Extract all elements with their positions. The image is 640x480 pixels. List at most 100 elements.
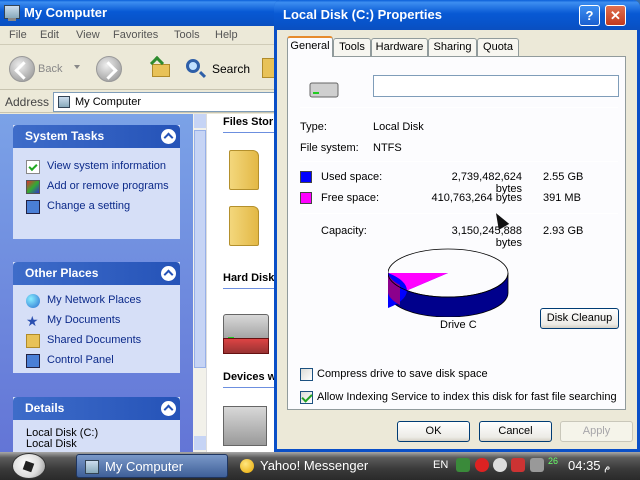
forward-arrow-icon[interactable] [96,56,122,82]
address-field[interactable]: My Computer [53,92,285,112]
search-button-label: Search [212,62,251,76]
tab-hardware[interactable]: Hardware [371,38,428,56]
used-space-size: 2.55 GB [543,171,584,183]
properties-titlebar[interactable]: Local Disk (C:) Properties ? ✕ [274,0,640,30]
taskbar: My Computer Yahoo! Messenger EN 26 04:35… [0,452,640,480]
system-tasks-header[interactable]: System Tasks [13,125,180,148]
search-icon [186,59,200,73]
user-documents-folder-icon[interactable] [229,206,259,246]
scroll-down-icon[interactable] [194,436,206,450]
tab-sharing[interactable]: Sharing [428,38,477,56]
properties-dialog: Local Disk (C:) Properties ? ✕ General T… [274,0,640,452]
other-places-panel: Other Places My Network Places ★ My Docu… [13,262,180,373]
menu-favorites[interactable]: Favorites [113,29,158,41]
scroll-up-icon[interactable] [194,114,206,128]
search-button[interactable]: Search [186,58,256,80]
general-tab-page: Type: Local Disk File system: NTFS Used … [287,56,626,410]
my-computer-title: My Computer [24,5,108,20]
tray-badge: 26 [548,456,559,466]
menu-tools[interactable]: Tools [174,29,200,41]
details-type: Local Disk [26,438,77,450]
back-arrow-icon[interactable] [9,56,35,82]
scroll-thumb[interactable] [194,130,206,368]
computer-icon [4,5,20,21]
menu-edit[interactable]: Edit [40,29,59,41]
indexing-checkbox[interactable] [300,391,313,404]
network-globe-icon [26,294,40,308]
up-folder-icon[interactable] [149,55,172,78]
vertical-scrollbar[interactable] [193,114,207,452]
system-tasks-panel: System Tasks View system information Add… [13,125,180,239]
drive-label-input[interactable] [373,75,619,97]
type-value: Local Disk [373,121,424,133]
taskbar-my-computer[interactable]: My Computer [76,454,228,478]
separator [300,161,618,162]
task-change-setting[interactable]: Change a setting [13,197,180,217]
shield-tray-icon[interactable] [511,458,525,472]
place-my-documents[interactable]: ★ My Documents [13,311,180,331]
task-view-system-info[interactable]: View system information [13,157,180,177]
cancel-button[interactable]: Cancel [479,421,552,442]
my-documents-icon: ★ [26,313,39,329]
menu-help[interactable]: Help [215,29,238,41]
tab-quota[interactable]: Quota [477,38,519,56]
info-icon [26,160,40,174]
type-label: Type: [300,121,327,133]
standard-toolbar: Back Search [0,46,290,90]
drive-caption: Drive C [440,319,477,331]
section-files-stored: Files Stor [223,116,274,128]
collapse-chevron-icon[interactable] [161,129,176,144]
place-shared-documents[interactable]: Shared Documents [13,331,180,351]
computer-icon [85,460,99,474]
capacity-label: Capacity: [321,225,367,237]
my-computer-titlebar[interactable]: My Computer [0,0,290,26]
apply-button[interactable]: Apply [560,421,633,442]
back-dropdown-icon[interactable] [74,65,80,69]
collapse-chevron-icon[interactable] [161,401,176,416]
control-panel-icon [26,354,40,368]
collapse-chevron-icon[interactable] [161,266,176,281]
used-space-swatch [300,171,312,183]
disk-cleanup-button[interactable]: Disk Cleanup [540,308,619,329]
place-my-network-places[interactable]: My Network Places [13,291,180,311]
back-button-label[interactable]: Back [38,63,62,75]
indexing-label[interactable]: Allow Indexing Service to index this dis… [317,391,617,403]
details-header[interactable]: Details [13,397,180,420]
other-places-header[interactable]: Other Places [13,262,180,285]
taskbar-yahoo-messenger[interactable]: Yahoo! Messenger [232,454,400,478]
used-space-label: Used space: [321,171,383,183]
drive-selection-highlight [223,338,269,354]
disk-usage-pie-chart [388,248,509,317]
section-devices: Devices w [223,371,277,383]
place-control-panel[interactable]: Control Panel [13,351,180,371]
free-space-swatch [300,192,312,204]
floppy-drive-icon[interactable] [223,406,267,446]
control-panel-icon [26,200,40,214]
compress-label[interactable]: Compress drive to save disk space [317,368,488,380]
shared-folder-icon [26,334,40,348]
language-indicator[interactable]: EN [433,459,448,471]
antivirus-tray-icon[interactable] [475,458,489,472]
file-system-value: NTFS [373,142,402,154]
help-button[interactable]: ? [579,5,600,26]
compress-checkbox[interactable] [300,368,313,381]
programs-icon [26,180,40,194]
file-system-label: File system: [300,142,359,154]
address-bar: Address My Computer [0,91,290,113]
system-clock[interactable]: 04:35 م [568,458,610,473]
shared-documents-folder-icon[interactable] [229,150,259,190]
disk-tray-icon[interactable] [493,458,507,472]
menu-view[interactable]: View [76,29,100,41]
close-button[interactable]: ✕ [605,5,626,26]
free-space-size: 391 MB [543,192,581,204]
task-add-remove-programs[interactable]: Add or remove programs [13,177,180,197]
tab-tools[interactable]: Tools [333,38,371,56]
menu-file[interactable]: File [9,29,27,41]
network-tray-icon[interactable] [456,458,470,472]
start-button[interactable] [12,453,46,479]
calendar-tray-icon[interactable] [530,458,544,472]
my-computer-window: My Computer File Edit View Favorites Too… [0,0,290,452]
ok-button[interactable]: OK [397,421,470,442]
computer-icon [58,96,70,108]
tab-general[interactable]: General [287,36,333,57]
